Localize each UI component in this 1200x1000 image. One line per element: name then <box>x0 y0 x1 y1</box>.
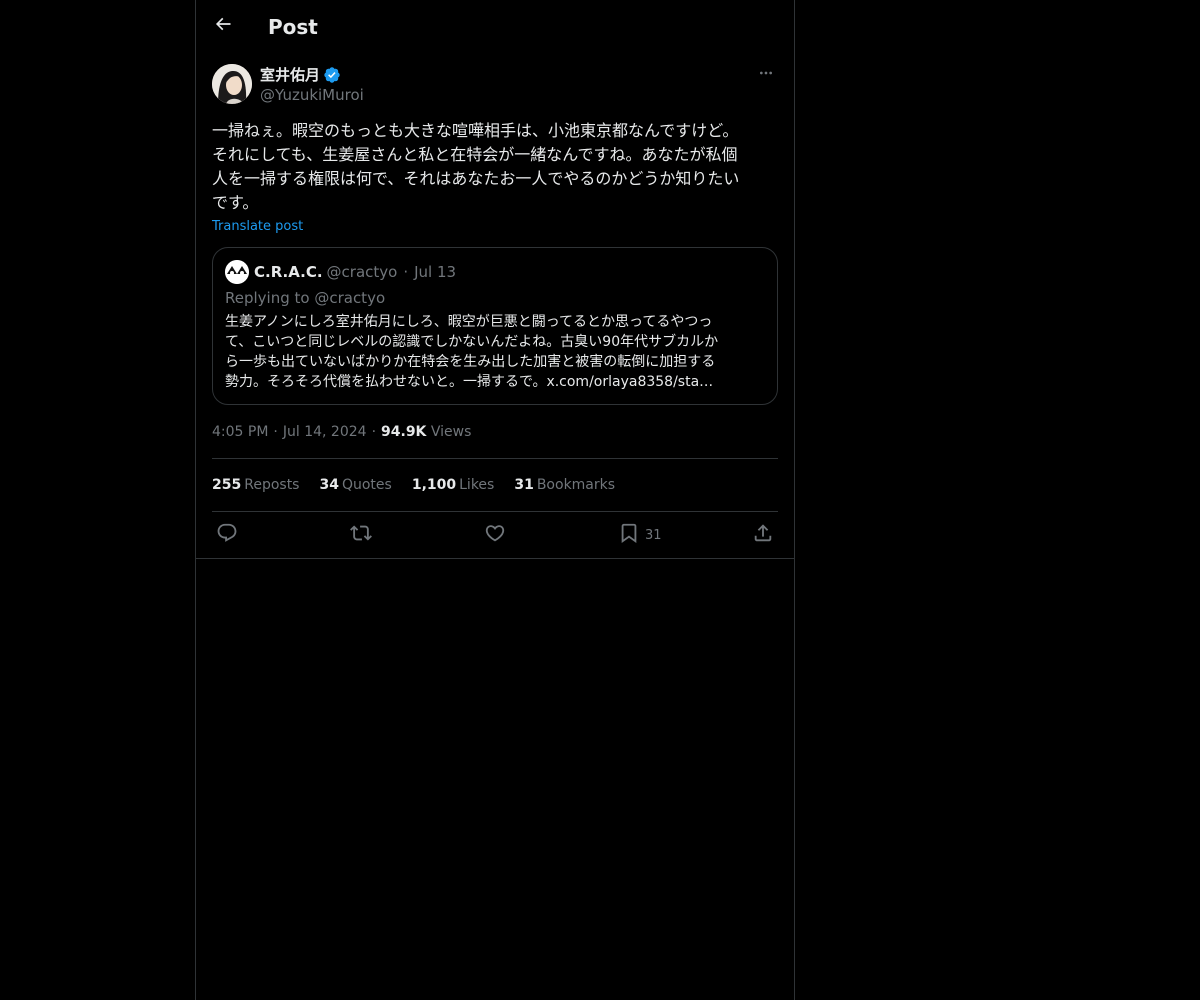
quoted-date: Jul 13 <box>414 263 457 281</box>
stat-bookmarks[interactable]: 31 Bookmarks <box>514 475 615 495</box>
arrow-left-icon <box>213 14 233 38</box>
verified-badge-icon <box>323 66 341 84</box>
post-time[interactable]: 4:05 PM <box>212 424 268 440</box>
stat-reposts[interactable]: 255 Reposts <box>212 475 299 495</box>
repost-button[interactable] <box>350 524 372 546</box>
share-button[interactable] <box>752 524 774 546</box>
post-date[interactable]: Jul 14, 2024 <box>283 424 367 440</box>
quoted-post[interactable]: C.R.A.C. @cractyo · Jul 13 Replying to @… <box>212 247 778 405</box>
repost-icon <box>350 522 372 548</box>
like-button[interactable] <box>484 524 506 546</box>
post-author: 室井佑月 @YuzukiMuroi <box>212 64 778 106</box>
quoted-author-handle: @cractyo <box>326 263 398 281</box>
more-options-button[interactable] <box>756 65 776 85</box>
quoted-author-name: C.R.A.C. <box>254 263 323 281</box>
avatar[interactable] <box>212 64 252 104</box>
author-name-row: 室井佑月 <box>260 65 341 85</box>
page-title: Post <box>268 15 318 39</box>
reply-icon <box>216 522 238 548</box>
share-icon <box>752 522 774 548</box>
reply-button[interactable] <box>216 522 238 548</box>
separator-dot: · <box>403 263 409 281</box>
translate-post-link[interactable]: Translate post <box>212 218 303 236</box>
separator-dot: · <box>273 424 278 440</box>
replying-to: Replying to @cractyo <box>225 289 386 307</box>
more-icon <box>758 65 774 85</box>
heart-icon <box>484 522 506 548</box>
bookmark-button[interactable]: 31 <box>618 522 662 548</box>
divider <box>212 458 778 459</box>
views-count: 94.9K <box>381 424 427 440</box>
author-handle[interactable]: @YuzukiMuroi <box>260 85 364 105</box>
bookmark-count: 31 <box>645 527 662 543</box>
quoted-post-header: C.R.A.C. @cractyo · Jul 13 <box>225 260 456 284</box>
post-meta: 4:05 PM · Jul 14, 2024 · 94.9K Views <box>212 422 471 442</box>
views-label: Views <box>430 424 472 440</box>
header: Post <box>196 0 794 53</box>
post-column: Post 室井佑月 @YuzukiMuroi 一掃ねぇ。暇空のもっとも大きな喧嘩… <box>195 0 795 1000</box>
back-button[interactable] <box>210 13 236 39</box>
stat-quotes[interactable]: 34 Quotes <box>319 475 391 495</box>
action-bar: 31 <box>196 512 794 558</box>
separator-dot: · <box>371 424 377 440</box>
quoted-avatar <box>225 260 249 284</box>
stat-likes[interactable]: 1,100 Likes <box>412 475 495 495</box>
engagement-stats: 255 Reposts 34 Quotes 1,100 Likes 31 Bookmar… <box>212 475 635 495</box>
post-text: 一掃ねぇ。暇空のもっとも大きな喧嘩相手は、小池東京都なんですけど。 それにしても… <box>212 121 740 212</box>
bookmark-icon <box>618 522 640 548</box>
author-name[interactable]: 室井佑月 <box>260 65 320 85</box>
divider <box>196 558 794 559</box>
quoted-text: 生姜アノンにしろ室井佑月にしろ、暇空が巨悪と闘ってるとか思ってるやつっ て、こい… <box>225 314 719 390</box>
